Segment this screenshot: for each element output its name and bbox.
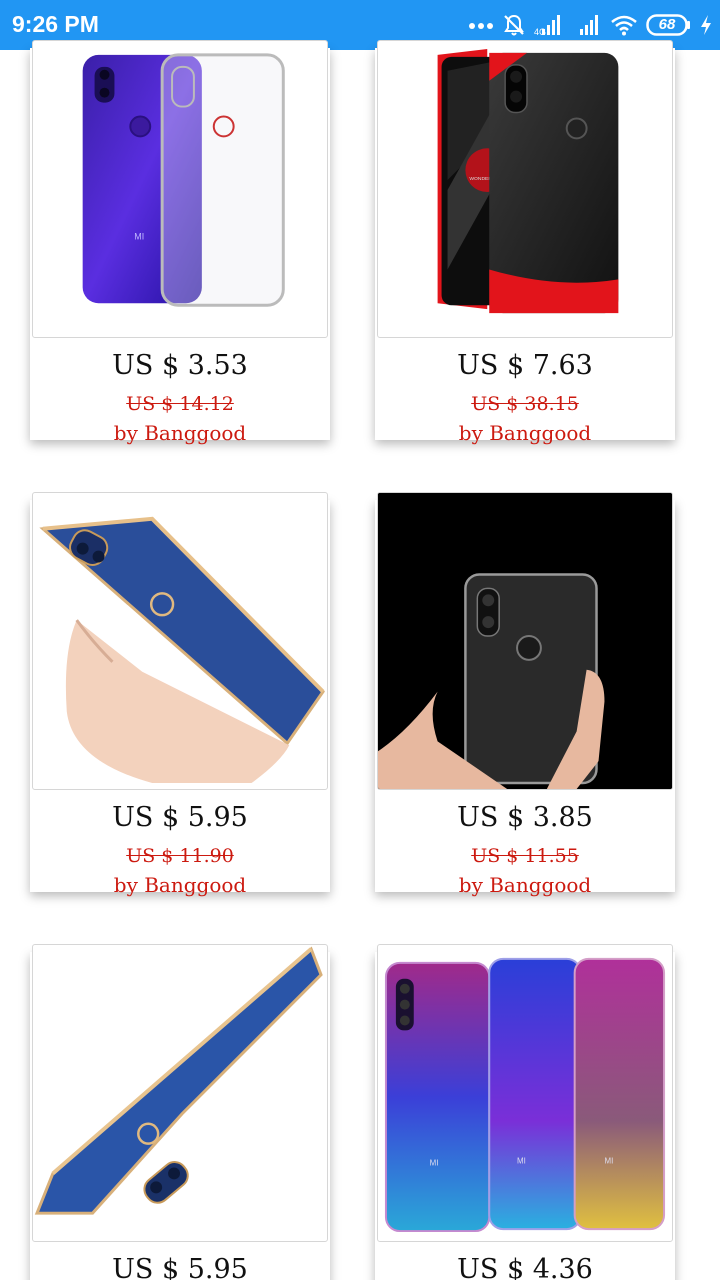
black-red-phone-case-image: WONDERFUL DAY [437, 48, 619, 314]
product-card[interactable]: US $ 5.95 US $ 11.90 by Banggood [30, 492, 330, 897]
product-seller[interactable]: by Banggood [375, 420, 675, 446]
product-card[interactable]: US $ 5.95 [30, 944, 330, 1280]
product-image[interactable]: MI MI MI [377, 944, 673, 1242]
status-time: 9:26 PM [12, 11, 99, 37]
product-seller[interactable]: by Banggood [375, 872, 675, 898]
gradient-clear-cases-image: MI MI MI [384, 957, 666, 1233]
product-price: US $ 5.95 [112, 1254, 248, 1280]
product-old-price: US $ 11.55 [471, 845, 579, 867]
purple-phone-clear-case-image: MI [82, 53, 285, 307]
product-seller[interactable]: by Banggood [30, 872, 330, 898]
mute-bell-icon [502, 13, 526, 37]
wifi-icon [610, 14, 638, 36]
product-price: US $ 3.53 [112, 350, 248, 381]
more-dots-icon [468, 20, 494, 30]
product-price: US $ 3.85 [457, 802, 593, 833]
svg-text:4G: 4G [534, 27, 546, 36]
product-image[interactable] [377, 492, 673, 790]
product-old-price: US $ 38.15 [471, 393, 579, 415]
svg-text:MI: MI [134, 232, 144, 242]
svg-text:MI: MI [517, 1157, 526, 1166]
product-card[interactable]: MI US $ 3.53 US $ 14.12 by Banggood [30, 40, 330, 445]
signal-icon: 4G [534, 14, 564, 36]
product-old-price: US $ 11.90 [126, 845, 234, 867]
status-icons: 4G 68 [468, 10, 712, 40]
product-image[interactable]: MI [32, 40, 328, 338]
charging-bolt-icon [700, 14, 712, 36]
product-card[interactable]: MI MI MI US $ 4.36 [375, 944, 675, 1280]
blue-gold-case-in-hand-image [39, 516, 325, 784]
product-image[interactable] [32, 492, 328, 790]
battery-icon: 68 [646, 14, 692, 36]
product-image[interactable] [32, 944, 328, 1242]
product-card[interactable]: WONDERFUL DAY US $ 7.63 US $ 38.15 by Ba… [375, 40, 675, 445]
product-seller[interactable]: by Banggood [30, 420, 330, 446]
svg-text:MI: MI [430, 1159, 439, 1168]
product-old-price: US $ 14.12 [126, 393, 234, 415]
clear-case-black-background-image [378, 493, 672, 789]
product-price: US $ 5.95 [112, 802, 248, 833]
product-price: US $ 7.63 [457, 350, 593, 381]
battery-level: 68 [658, 16, 676, 33]
blue-gold-case-angled-image [34, 946, 323, 1215]
product-price: US $ 4.36 [457, 1254, 593, 1280]
svg-text:MI: MI [604, 1157, 613, 1166]
signal-icon [572, 14, 602, 36]
product-card[interactable]: US $ 3.85 US $ 11.55 by Banggood [375, 492, 675, 897]
product-image[interactable]: WONDERFUL DAY [377, 40, 673, 338]
